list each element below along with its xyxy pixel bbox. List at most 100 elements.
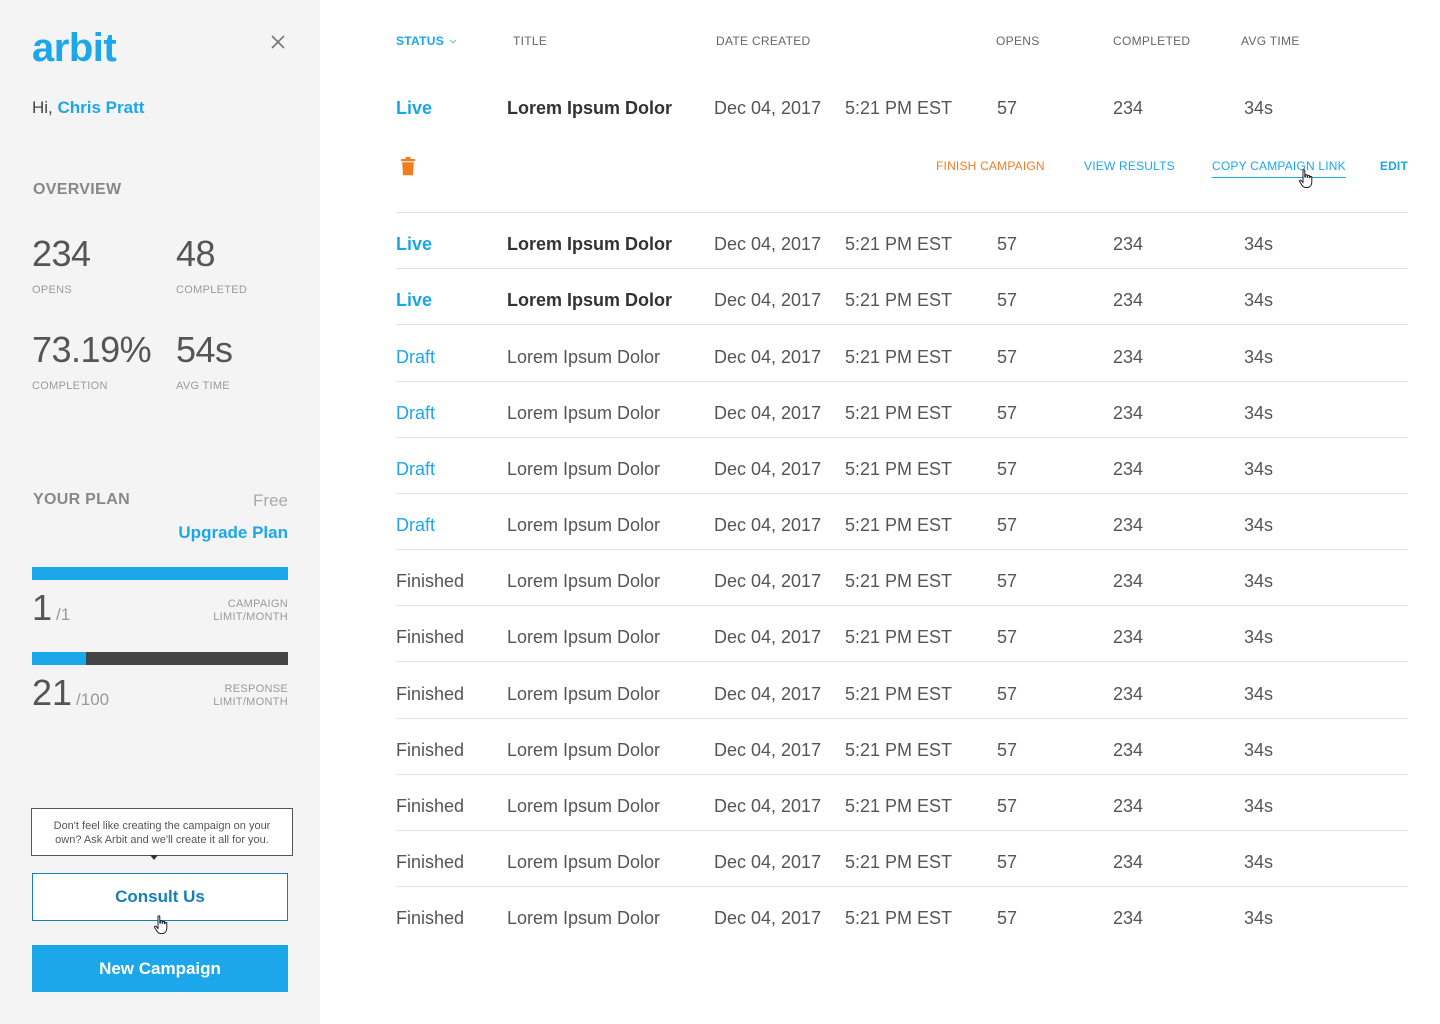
trash-icon[interactable] bbox=[401, 157, 415, 176]
row-opens: 57 bbox=[997, 740, 1018, 760]
consult-us-button[interactable]: Consult Us bbox=[32, 873, 288, 921]
row-date: Dec 04, 2017 bbox=[714, 347, 822, 367]
hand-cursor-icon bbox=[1298, 169, 1314, 189]
close-icon[interactable] bbox=[266, 30, 290, 54]
row-avg-time: 34s bbox=[1244, 290, 1274, 310]
row-status: Draft bbox=[396, 347, 436, 367]
row-divider bbox=[396, 830, 1408, 831]
app-logo: arbit bbox=[32, 26, 117, 70]
table-row[interactable]: Live Lorem Ipsum Dolor Dec 04, 2017 5:21… bbox=[396, 98, 1408, 154]
table-row[interactable]: Draft Lorem Ipsum Dolor Dec 04, 2017 5:2… bbox=[396, 403, 1408, 459]
row-date: Dec 04, 2017 bbox=[714, 290, 822, 310]
column-header-completed[interactable]: COMPLETED bbox=[1113, 34, 1190, 48]
completed-stat-label: COMPLETED bbox=[176, 284, 248, 296]
row-opens: 57 bbox=[997, 908, 1018, 928]
row-opens: 57 bbox=[997, 627, 1018, 647]
row-avg-time: 34s bbox=[1244, 571, 1274, 591]
row-status: Draft bbox=[396, 459, 436, 479]
column-header-opens[interactable]: OPENS bbox=[996, 34, 1040, 48]
upgrade-plan-link[interactable]: Upgrade Plan bbox=[178, 523, 288, 543]
campaign-usage-bar bbox=[32, 567, 288, 580]
your-plan-title: YOUR PLAN bbox=[33, 491, 130, 508]
row-time: 5:21 PM EST bbox=[845, 627, 953, 647]
table-row[interactable]: Draft Lorem Ipsum Dolor Dec 04, 2017 5:2… bbox=[396, 347, 1408, 403]
table-row[interactable]: Finished Lorem Ipsum Dolor Dec 04, 2017 … bbox=[396, 571, 1408, 627]
row-avg-time: 34s bbox=[1244, 908, 1274, 928]
row-completed: 234 bbox=[1113, 908, 1144, 928]
row-time: 5:21 PM EST bbox=[845, 515, 953, 535]
avg-time-stat-label: AVG TIME bbox=[176, 380, 230, 392]
row-time: 5:21 PM EST bbox=[845, 796, 953, 816]
column-header-avg-time[interactable]: AVG TIME bbox=[1241, 34, 1300, 48]
row-opens: 57 bbox=[997, 684, 1018, 704]
row-opens: 57 bbox=[997, 796, 1018, 816]
table-row[interactable]: Finished Lorem Ipsum Dolor Dec 04, 2017 … bbox=[396, 908, 1408, 964]
row-status: Finished bbox=[396, 796, 465, 816]
user-name-link[interactable]: Chris Pratt bbox=[58, 98, 145, 117]
row-title: Lorem Ipsum Dolor bbox=[507, 684, 661, 704]
chevron-down-icon: ⌵ bbox=[450, 36, 457, 45]
row-time: 5:21 PM EST bbox=[845, 852, 953, 872]
row-time: 5:21 PM EST bbox=[845, 290, 953, 310]
row-opens: 57 bbox=[997, 515, 1018, 535]
row-title: Lorem Ipsum Dolor bbox=[507, 403, 661, 423]
row-completed: 234 bbox=[1113, 290, 1144, 310]
row-title: Lorem Ipsum Dolor bbox=[507, 290, 673, 310]
column-header-date-created[interactable]: DATE CREATED bbox=[716, 34, 811, 48]
row-date: Dec 04, 2017 bbox=[714, 403, 822, 423]
column-header-status[interactable]: STATUS ⌵ bbox=[396, 34, 456, 48]
row-opens: 57 bbox=[997, 852, 1018, 872]
table-row[interactable]: Finished Lorem Ipsum Dolor Dec 04, 2017 … bbox=[396, 684, 1408, 740]
row-avg-time: 34s bbox=[1244, 234, 1274, 254]
row-divider bbox=[396, 549, 1408, 550]
row-status: Live bbox=[396, 234, 433, 254]
table-row[interactable]: Live Lorem Ipsum Dolor Dec 04, 2017 5:21… bbox=[396, 290, 1408, 346]
row-opens: 57 bbox=[997, 98, 1018, 118]
row-completed: 234 bbox=[1113, 98, 1144, 118]
row-opens: 57 bbox=[997, 290, 1018, 310]
row-avg-time: 34s bbox=[1244, 796, 1274, 816]
avg-time-stat-value: 54s bbox=[176, 329, 233, 370]
row-opens: 57 bbox=[997, 347, 1018, 367]
table-row[interactable]: Draft Lorem Ipsum Dolor Dec 04, 2017 5:2… bbox=[396, 515, 1408, 571]
row-title: Lorem Ipsum Dolor bbox=[507, 347, 661, 367]
table-row[interactable]: Finished Lorem Ipsum Dolor Dec 04, 2017 … bbox=[396, 740, 1408, 796]
row-avg-time: 34s bbox=[1244, 98, 1274, 118]
new-campaign-button[interactable]: New Campaign bbox=[32, 945, 288, 992]
row-divider bbox=[396, 381, 1408, 382]
row-divider bbox=[396, 324, 1408, 325]
row-status: Finished bbox=[396, 571, 465, 591]
row-date: Dec 04, 2017 bbox=[714, 515, 822, 535]
copy-campaign-link-button[interactable]: COPY CAMPAIGN LINK bbox=[1212, 159, 1346, 178]
row-title: Lorem Ipsum Dolor bbox=[507, 627, 661, 647]
row-avg-time: 34s bbox=[1244, 852, 1274, 872]
column-header-title[interactable]: TITLE bbox=[513, 34, 547, 48]
row-time: 5:21 PM EST bbox=[845, 234, 953, 254]
view-results-button[interactable]: VIEW RESULTS bbox=[1084, 159, 1175, 173]
row-status: Finished bbox=[396, 852, 465, 872]
table-row[interactable]: Finished Lorem Ipsum Dolor Dec 04, 2017 … bbox=[396, 852, 1408, 908]
row-avg-time: 34s bbox=[1244, 684, 1274, 704]
row-avg-time: 34s bbox=[1244, 403, 1274, 423]
row-divider bbox=[396, 493, 1408, 494]
edit-button[interactable]: EDIT bbox=[1380, 159, 1408, 173]
row-avg-time: 34s bbox=[1244, 459, 1274, 479]
row-divider bbox=[396, 437, 1408, 438]
row-time: 5:21 PM EST bbox=[845, 684, 953, 704]
campaign-usage-max: /1 bbox=[56, 605, 71, 624]
completion-stat-value: 73.19% bbox=[32, 329, 152, 370]
response-usage-value: 21/100 bbox=[32, 675, 109, 718]
table-row[interactable]: Finished Lorem Ipsum Dolor Dec 04, 2017 … bbox=[396, 627, 1408, 683]
row-completed: 234 bbox=[1113, 515, 1144, 535]
row-date: Dec 04, 2017 bbox=[714, 852, 822, 872]
table-row[interactable]: Live Lorem Ipsum Dolor Dec 04, 2017 5:21… bbox=[396, 234, 1408, 290]
row-status: Finished bbox=[396, 684, 465, 704]
row-title: Lorem Ipsum Dolor bbox=[507, 459, 661, 479]
greeting-prefix: Hi, bbox=[32, 98, 58, 117]
row-divider bbox=[396, 268, 1408, 269]
table-row[interactable]: Finished Lorem Ipsum Dolor Dec 04, 2017 … bbox=[396, 796, 1408, 852]
finish-campaign-button[interactable]: FINISH CAMPAIGN bbox=[936, 159, 1045, 173]
row-date: Dec 04, 2017 bbox=[714, 740, 822, 760]
table-row[interactable]: Draft Lorem Ipsum Dolor Dec 04, 2017 5:2… bbox=[396, 459, 1408, 515]
response-usage-fill bbox=[32, 652, 86, 665]
